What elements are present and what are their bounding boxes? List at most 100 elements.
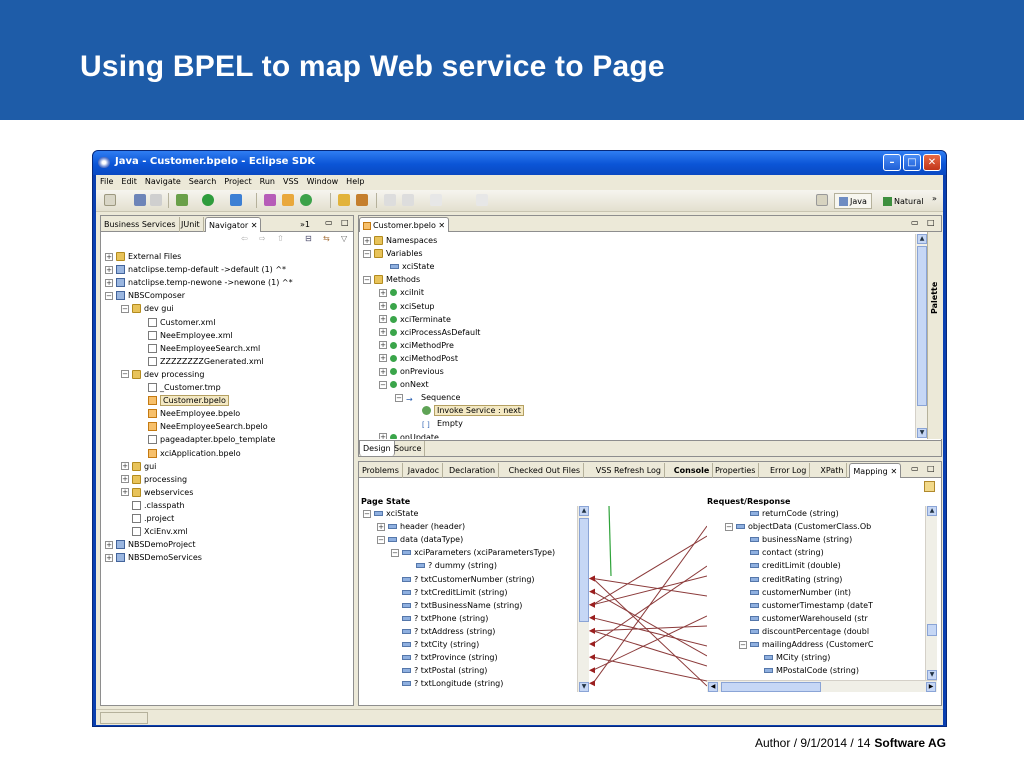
collapse-icon[interactable]: −: [395, 393, 403, 402]
fast-view-bar[interactable]: [100, 712, 148, 724]
tree-item[interactable]: − xciParameters (xciParametersType): [391, 546, 555, 559]
tree-item[interactable]: + xciProcessAsDefault: [379, 326, 480, 339]
tree-item[interactable]: Customer.xml: [137, 316, 215, 329]
tree-item[interactable]: + webservices: [121, 486, 193, 499]
tree-item[interactable]: − dev processing: [121, 368, 204, 381]
scroll-thumb[interactable]: [927, 624, 937, 636]
tree-item[interactable]: .classpath: [121, 499, 185, 512]
tab-navigator[interactable]: Navigator ✕: [205, 217, 262, 232]
close-icon[interactable]: ✕: [888, 467, 898, 476]
tree-item[interactable]: + xciSetup: [379, 300, 435, 313]
view-menu-icon[interactable]: ▽: [341, 234, 347, 243]
tree-item[interactable]: discountPercentage (doubl: [739, 625, 869, 638]
open-perspective-icon[interactable]: [816, 194, 828, 206]
tree-item[interactable]: ? txtPostal (string): [391, 664, 487, 677]
tree-item[interactable]: − dev gui: [121, 302, 174, 315]
tree-item[interactable]: ? txtCreditLimit (string): [391, 586, 507, 599]
tree-item[interactable]: creditLimit (double): [739, 559, 841, 572]
tree-item[interactable]: + xciMethodPre: [379, 339, 454, 352]
expand-icon[interactable]: +: [105, 252, 113, 261]
scroll-down-icon[interactable]: ▼: [917, 428, 927, 438]
collapse-icon[interactable]: −: [363, 509, 371, 518]
tree-item[interactable]: + onPrevious: [379, 365, 444, 378]
close-icon[interactable]: ✕: [251, 221, 258, 230]
menu-window[interactable]: Window: [303, 175, 343, 188]
tree-item[interactable]: − NBSComposer: [105, 289, 185, 302]
last-edit-icon[interactable]: [476, 194, 488, 206]
close-icon[interactable]: ✕: [438, 221, 445, 230]
tree-item[interactable]: ? txtPhone (string): [391, 612, 488, 625]
tree-item[interactable]: − mailingAddress (CustomerC: [739, 638, 873, 651]
expand-icon[interactable]: +: [379, 328, 387, 337]
expand-icon[interactable]: +: [379, 315, 387, 324]
tree-item[interactable]: + natclipse.temp-newone ->newone (1) ^*: [105, 276, 293, 289]
tree-item[interactable]: ? dummy (string): [405, 559, 497, 572]
tree-item[interactable]: + processing: [121, 473, 187, 486]
prev-annotation-icon[interactable]: [384, 194, 396, 206]
tab-design[interactable]: Design: [359, 441, 395, 456]
tree-item[interactable]: + header (header): [377, 520, 465, 533]
tree-item[interactable]: − objectData (CustomerClass.Ob: [725, 520, 871, 533]
mapping-action-icon[interactable]: [924, 481, 935, 492]
tab-customer-bpelo[interactable]: Customer.bpelo ✕: [359, 217, 450, 232]
tree-item[interactable]: customerTimestamp (dateT: [739, 599, 873, 612]
hscroll-thumb[interactable]: [721, 682, 821, 692]
collapse-icon[interactable]: −: [121, 304, 129, 313]
java-perspective[interactable]: Java: [834, 193, 872, 209]
window-titlebar[interactable]: Java - Customer.bpelo - Eclipse SDK – □ …: [93, 151, 946, 175]
expand-icon[interactable]: +: [105, 540, 113, 549]
forward-icon[interactable]: ⇨: [259, 234, 266, 243]
new-java-project-icon[interactable]: [264, 194, 276, 206]
new-icon[interactable]: [104, 194, 116, 206]
minimize-view-icon[interactable]: ▭: [911, 464, 919, 473]
forward-icon[interactable]: [430, 194, 442, 206]
collapse-icon[interactable]: −: [121, 370, 129, 379]
menu-navigate[interactable]: Navigate: [141, 175, 185, 188]
tree-item[interactable]: creditRating (string): [739, 573, 842, 586]
tree-item[interactable]: NeeEmployeeSearch.xml: [137, 342, 260, 355]
tree-item[interactable]: ? txtCity (string): [391, 638, 479, 651]
tab-xpath[interactable]: XPath: [817, 463, 848, 478]
collapse-icon[interactable]: −: [379, 380, 387, 389]
collapse-icon[interactable]: −: [363, 249, 371, 258]
tree-item[interactable]: + NBSDemoServices: [105, 551, 202, 564]
natural-perspective[interactable]: Natural: [878, 193, 929, 209]
tree-item[interactable]: − Variables: [363, 247, 423, 260]
tree-item[interactable]: − → Sequence: [395, 391, 460, 404]
collapse-icon[interactable]: −: [105, 291, 113, 300]
link-editor-icon[interactable]: ⇆: [323, 234, 330, 243]
menu-file[interactable]: File: [96, 175, 117, 188]
tab-checked-out-files[interactable]: Checked Out Files: [506, 463, 585, 478]
tree-item[interactable]: + NBSDemoProject: [105, 538, 196, 551]
back-icon[interactable]: ⇦: [241, 234, 248, 243]
expand-icon[interactable]: +: [379, 354, 387, 363]
menu-project[interactable]: Project: [220, 175, 255, 188]
tree-item[interactable]: + xciInit: [379, 286, 424, 299]
collapse-icon[interactable]: −: [377, 535, 385, 544]
tree-item[interactable]: + External Files: [105, 250, 181, 263]
tree-item[interactable]: NeeEmployee.bpelo: [137, 407, 240, 420]
tree-item[interactable]: − data (dataType): [377, 533, 463, 546]
debug-icon[interactable]: [176, 194, 188, 206]
expand-icon[interactable]: +: [379, 433, 387, 439]
collapse-all-icon[interactable]: ⊟: [305, 234, 312, 243]
menu-run[interactable]: Run: [256, 175, 279, 188]
expand-icon[interactable]: +: [379, 367, 387, 376]
tree-item[interactable]: + onUpdate: [379, 431, 439, 439]
collapse-icon[interactable]: −: [391, 548, 399, 557]
close-button[interactable]: ✕: [923, 154, 941, 171]
menu-help[interactable]: Help: [342, 175, 368, 188]
tree-item[interactable]: customerNumber (int): [739, 586, 851, 599]
tree-item[interactable]: ? txtCustomerNumber (string): [391, 573, 535, 586]
collapse-icon[interactable]: −: [363, 275, 371, 284]
tree-item[interactable]: ? txtBusinessName (string): [391, 599, 522, 612]
tree-item[interactable]: xciApplication.bpelo: [137, 447, 241, 460]
menu-search[interactable]: Search: [185, 175, 220, 188]
expand-icon[interactable]: +: [121, 488, 129, 497]
menu-vss[interactable]: VSS: [279, 175, 303, 188]
tab-source[interactable]: Source: [391, 441, 426, 456]
expand-icon[interactable]: +: [105, 265, 113, 274]
tree-item[interactable]: customerWarehouseId (str: [739, 612, 868, 625]
tree-item[interactable]: ? txtAddress (string): [391, 625, 495, 638]
tree-item[interactable]: + Namespaces: [363, 234, 437, 247]
